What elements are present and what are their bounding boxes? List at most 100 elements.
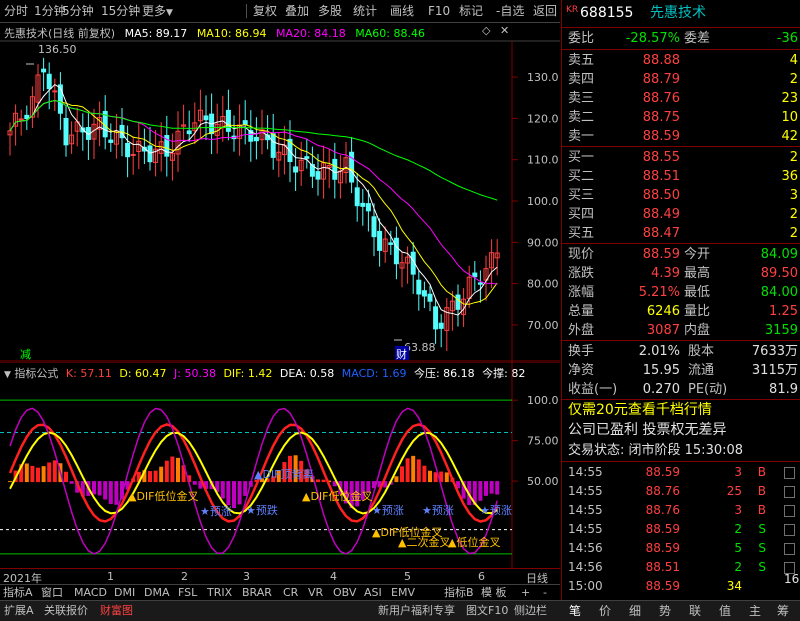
- footer-expand-a[interactable]: 扩展A: [4, 603, 34, 619]
- toolbar-item-duogu[interactable]: 多股: [318, 3, 342, 19]
- macd-bar: [170, 456, 175, 483]
- toolbar-item-huaxian[interactable]: 画线: [390, 3, 414, 19]
- candle-body: [242, 120, 248, 125]
- tab-dma[interactable]: DMA: [144, 585, 170, 601]
- tab-add[interactable]: +: [521, 585, 530, 601]
- tab-window[interactable]: 窗口: [41, 585, 63, 601]
- tick-row: 14:56 88.59 5 S: [562, 539, 800, 558]
- tab-template[interactable]: 模 板: [481, 585, 507, 601]
- macd-bar: [92, 481, 96, 495]
- tab-zhi[interactable]: 值: [719, 603, 731, 619]
- footer-f10[interactable]: 图文F10: [466, 603, 508, 619]
- quote-value: 3159: [764, 323, 798, 338]
- tab-macd[interactable]: MACD: [74, 585, 107, 601]
- tab-shi[interactable]: 势: [659, 603, 671, 619]
- candle-body: [24, 114, 30, 120]
- buy-level-row[interactable]: 买四 88.49 2: [562, 205, 800, 224]
- weibi-row: 委比 -28.57% 委差 -36: [562, 29, 800, 48]
- tab-vr[interactable]: VR: [308, 585, 323, 601]
- macd-bar: [103, 481, 108, 500]
- tab-indicator-b[interactable]: 指标B: [444, 585, 474, 601]
- promo-row[interactable]: 仅需20元查看千档行情: [562, 401, 800, 420]
- tick-side: S: [758, 541, 766, 555]
- indicator-chart[interactable]: ▼ 指标公式 K: 57.11 D: 60.47 J: 50.38 DIF: 1…: [0, 362, 560, 568]
- toolbar-item-15min[interactable]: 15分钟: [101, 3, 140, 19]
- macd-bar: [484, 481, 488, 496]
- tab-xi[interactable]: 细: [629, 603, 641, 619]
- tab-zhu[interactable]: 主: [749, 603, 761, 619]
- footer-wealth-chart[interactable]: 财富图: [100, 603, 133, 619]
- candle-body: [46, 73, 52, 90]
- high-annotation: 136.50: [38, 43, 77, 56]
- candle-body: [63, 117, 69, 146]
- stats-value: 81.9: [769, 382, 798, 397]
- weicha-value: -36: [776, 31, 798, 46]
- tab-lian[interactable]: 联: [689, 603, 701, 619]
- tab-jia[interactable]: 价: [599, 603, 611, 619]
- tab-brar[interactable]: BRAR: [242, 585, 272, 601]
- candle-body: [270, 133, 276, 158]
- footer-sidebar[interactable]: 侧边栏: [514, 603, 547, 619]
- stats-value: 7633万: [751, 344, 798, 359]
- sell-level-row[interactable]: 卖四 88.79 2: [562, 70, 800, 89]
- buy-level-row[interactable]: 买三 88.50 3: [562, 186, 800, 205]
- tick-flag-box: [784, 543, 795, 555]
- buy-level-row[interactable]: 买五 88.47 2: [562, 224, 800, 243]
- toolbar-item-fenshi[interactable]: 分时: [4, 3, 28, 19]
- footer-related-quote[interactable]: 关联报价: [44, 603, 88, 619]
- toolbar-item-fuquan[interactable]: 复权: [253, 3, 277, 19]
- tab-remove[interactable]: -: [543, 585, 547, 601]
- toolbar-item-zixuan[interactable]: -自选: [496, 3, 524, 19]
- toolbar-item-biaoji[interactable]: 标记: [459, 3, 483, 19]
- tab-obv[interactable]: OBV: [333, 585, 356, 601]
- sell-level-label: 卖四: [568, 72, 595, 87]
- stats-value: 0.270: [642, 382, 680, 397]
- toolbar-item-back[interactable]: 返回: [533, 3, 557, 19]
- candle-body: [125, 142, 131, 158]
- tab-cr[interactable]: CR: [283, 585, 298, 601]
- sell-level-row[interactable]: 卖一 88.59 42: [562, 127, 800, 146]
- tick-side: B: [757, 484, 766, 498]
- tab-bi[interactable]: 笔: [569, 603, 581, 619]
- candle-body: [427, 293, 433, 302]
- quote-label: 涨跌: [568, 266, 595, 281]
- candle-body: [388, 242, 394, 245]
- tick-flag-box: [784, 524, 795, 536]
- sell-level-row[interactable]: 卖二 88.75 10: [562, 108, 800, 127]
- toolbar-item-f10[interactable]: F10: [428, 3, 450, 19]
- tab-trix[interactable]: TRIX: [207, 585, 232, 601]
- candle-body: [365, 203, 371, 212]
- candle-body: [41, 68, 47, 73]
- kline-chart[interactable]: 先惠技术(日线 前复权) MA5: 89.17 MA10: 86.94 MA20…: [0, 22, 560, 362]
- toolbar-item-5min[interactable]: 5分钟: [62, 3, 94, 19]
- tab-dmi[interactable]: DMI: [114, 585, 135, 601]
- weibi-value: -28.57%: [625, 31, 680, 46]
- macd-bar: [495, 481, 500, 495]
- signal-annotation: ▲DIF顶背离: [254, 467, 314, 481]
- toolbar-item-more[interactable]: 更多▼: [142, 3, 173, 19]
- y-tick-label: 90.00: [527, 236, 559, 249]
- y-tick-label: 130.0: [527, 71, 559, 84]
- quote-value: 89.50: [760, 266, 798, 281]
- tick-price: 88.59: [645, 541, 680, 555]
- footer-new-user[interactable]: 新用户福利专享: [378, 603, 455, 619]
- sell-level-row[interactable]: 卖五 88.88 4: [562, 51, 800, 70]
- toolbar-item-diejia[interactable]: 叠加: [285, 3, 309, 19]
- quote-value: 3087: [646, 323, 680, 338]
- quote-label: 最高: [684, 266, 711, 281]
- buy-level-row[interactable]: 买一 88.55 2: [562, 148, 800, 167]
- tab-fsl[interactable]: FSL: [178, 585, 197, 601]
- toolbar-item-1min[interactable]: 1分钟: [34, 3, 66, 19]
- promo-text[interactable]: 仅需20元查看千档行情: [568, 401, 712, 420]
- tab-asi[interactable]: ASI: [364, 585, 382, 601]
- tab-emv[interactable]: EMV: [391, 585, 415, 601]
- tab-indicator-a[interactable]: 指标A: [3, 585, 33, 601]
- x-axis-month: 6: [478, 570, 485, 583]
- tick-row: 15:00 88.59 34: [562, 577, 800, 596]
- tick-time: 14:56: [568, 560, 603, 574]
- sell-level-label: 卖二: [568, 110, 595, 125]
- buy-level-row[interactable]: 买二 88.51 36: [562, 167, 800, 186]
- sell-level-row[interactable]: 卖三 88.76 23: [562, 89, 800, 108]
- toolbar-item-tongji[interactable]: 统计: [353, 3, 377, 19]
- tab-chou[interactable]: 筹: [777, 603, 789, 619]
